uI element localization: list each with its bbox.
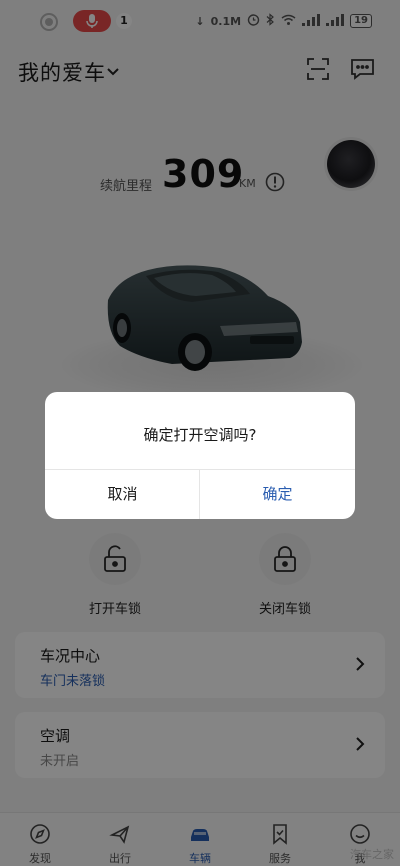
watermark: 汽车之家	[350, 848, 394, 861]
app-screen: 1 ↓ 0.1M 19 我的爱车 续航里程 309 KM 打开车锁 关闭车锁 车…	[0, 0, 400, 866]
dialog-message: 确定打开空调吗?	[143, 426, 257, 444]
confirm-button[interactable]: 确定	[200, 470, 355, 519]
cancel-button[interactable]: 取消	[45, 470, 200, 519]
confirm-dialog: 确定打开空调吗? 取消 确定	[45, 392, 355, 519]
